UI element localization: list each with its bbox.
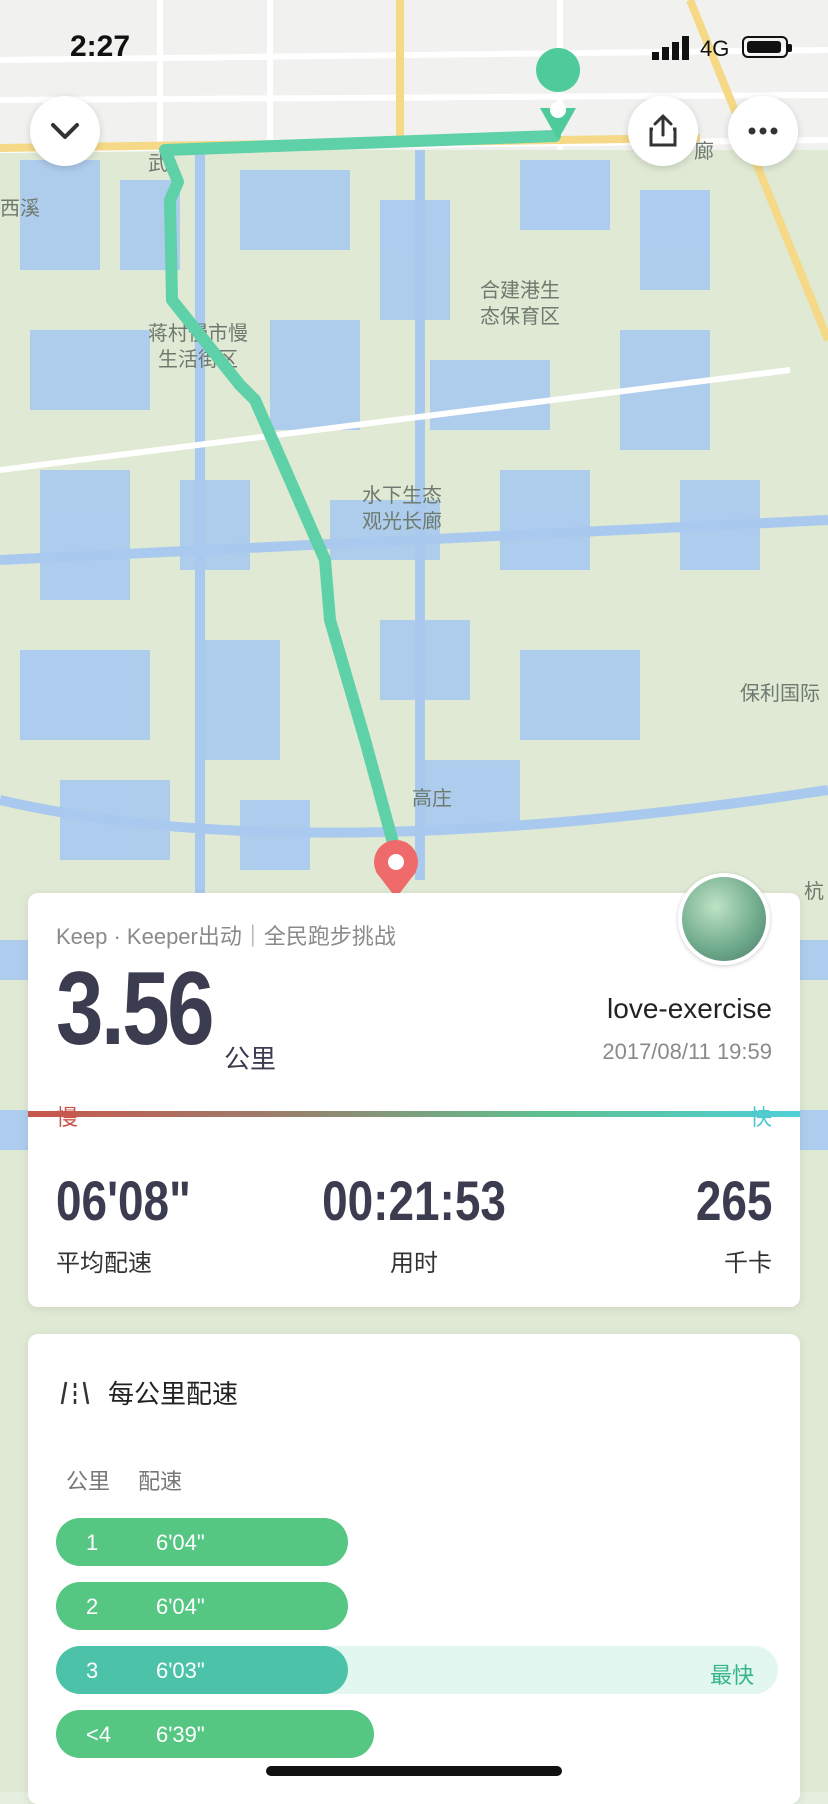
map-label: 高庄: [412, 787, 452, 810]
map-label: 廊: [694, 140, 714, 163]
split-pace: 6'39": [156, 1722, 205, 1747]
chevron-down-icon: [51, 123, 79, 139]
distance-unit: 公里: [224, 1044, 277, 1074]
map-label: 保利国际: [740, 682, 820, 705]
split-row[interactable]: 1 6'04": [56, 1518, 778, 1566]
fast-label: 快: [749, 1105, 772, 1130]
split-km: 3: [86, 1658, 99, 1683]
pace-gradient-bar: [28, 1111, 800, 1117]
split-row[interactable]: <4 6'39": [56, 1710, 778, 1758]
map-label: 观光长廊: [362, 510, 442, 533]
share-button[interactable]: [628, 96, 698, 166]
slow-label: 慢: [56, 1105, 79, 1130]
split-km: 1: [86, 1530, 99, 1555]
collapse-button[interactable]: [30, 96, 100, 166]
col-pace: 配速: [138, 1469, 183, 1494]
signal-icon: [652, 36, 689, 60]
activity-subtitle: Keep · Keeper出动｜全民跑步挑战: [56, 924, 396, 949]
run-summary-card: Keep · Keeper出动｜全民跑步挑战 3.56 公里 love-exer…: [28, 873, 800, 1307]
fastest-tag: 最快: [709, 1663, 754, 1688]
split-pace: 6'04": [156, 1530, 205, 1555]
splits-columns: 公里 配速: [66, 1464, 204, 1496]
map-label: 合建港生: [480, 279, 560, 302]
col-km: 公里: [66, 1469, 111, 1494]
splits-card: 每公里配速 公里 配速 1 6'04" 2 6'04" 3 6'03" 最快 <…: [28, 1334, 800, 1804]
splits-header: 每公里配速: [60, 1374, 238, 1411]
username[interactable]: love-exercise: [607, 993, 772, 1025]
user-avatar[interactable]: [678, 873, 770, 965]
map-label: 杭: [804, 880, 824, 903]
map-label: 态保育区: [480, 305, 560, 328]
split-row[interactable]: 2 6'04": [56, 1582, 778, 1630]
battery-icon: [742, 36, 792, 58]
home-indicator[interactable]: [266, 1766, 562, 1776]
split-row[interactable]: 3 6'03" 最快: [56, 1646, 778, 1694]
map-label: 水下生态: [362, 484, 442, 507]
share-icon: [649, 114, 677, 147]
more-button[interactable]: [728, 96, 798, 166]
network-label: 4G: [700, 36, 730, 61]
run-datetime: 2017/08/11 19:59: [602, 1039, 772, 1064]
split-km: 2: [86, 1594, 99, 1619]
status-bar: 2:27 4G: [0, 0, 828, 100]
calories-label: 千卡: [724, 1250, 772, 1277]
map-label: 西溪: [0, 197, 40, 220]
distance-value: 3.56: [56, 951, 215, 1067]
splits-title: 每公里配速: [108, 1379, 239, 1409]
status-time: 2:27: [70, 30, 131, 63]
more-icon: [748, 127, 778, 135]
split-pace: 6'03": [156, 1658, 205, 1683]
road-icon: [60, 1381, 90, 1404]
calories-stat: 265 千卡: [679, 1173, 772, 1278]
split-km: <4: [86, 1722, 112, 1747]
duration-value: 00:21:53: [322, 1169, 506, 1232]
split-pace: 6'04": [156, 1594, 205, 1619]
calories-value: 265: [695, 1169, 772, 1232]
